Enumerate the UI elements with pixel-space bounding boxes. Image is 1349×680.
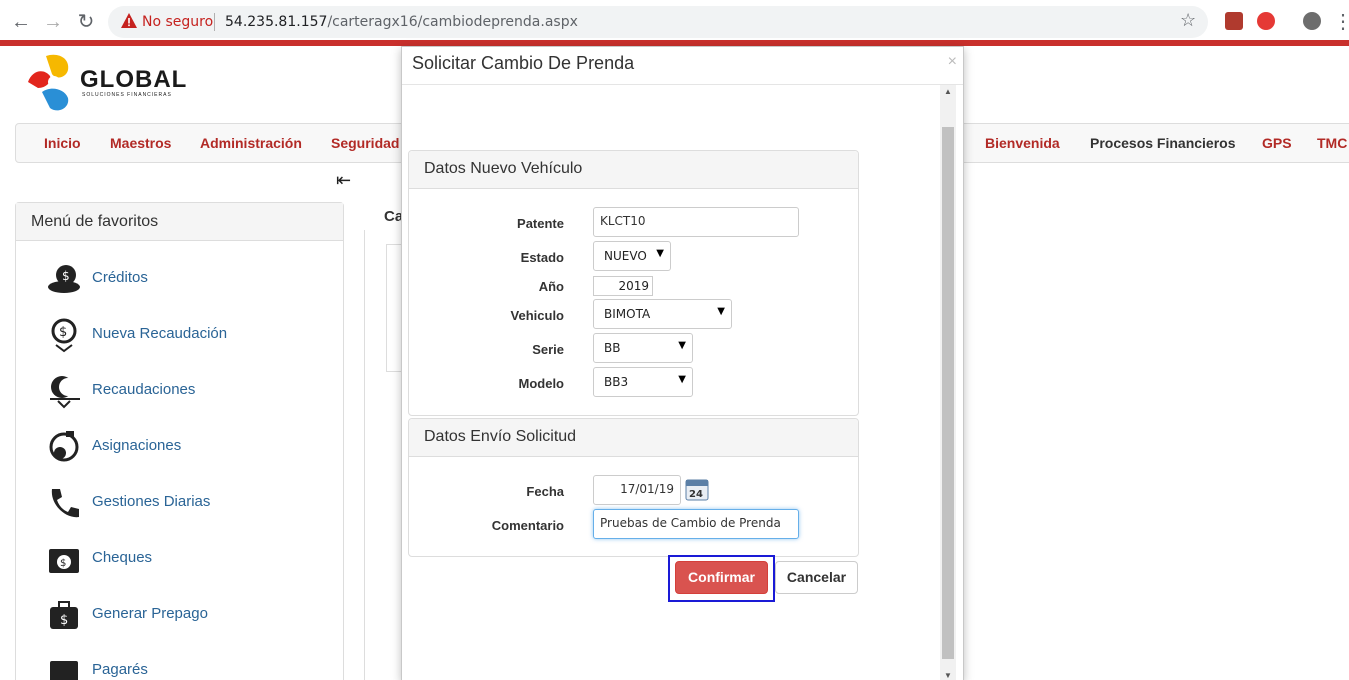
change-pledge-modal: Solicitar Cambio De Prenda × ▲ ▼ Datos N… xyxy=(401,46,964,680)
comentario-label: Comentario xyxy=(491,518,564,533)
global-logo[interactable]: GLOBAL SOLUCIONES FINANCIERAS xyxy=(24,52,204,114)
modelo-label: Modelo xyxy=(518,376,565,391)
address-bar[interactable]: No seguro 54.235.81.157/carteragx16/camb… xyxy=(108,6,1208,38)
back-arrow-icon[interactable]: ← xyxy=(8,9,34,35)
url-text[interactable]: 54.235.81.157/carteragx16/cambiodeprenda… xyxy=(225,14,578,30)
logo-text: GLOBAL xyxy=(80,66,188,93)
menu-inicio[interactable]: Inicio xyxy=(44,135,81,151)
estado-label: Estado xyxy=(520,250,564,265)
bookmark-star-icon[interactable]: ☆ xyxy=(1180,10,1196,31)
credit-icon: $ xyxy=(48,265,80,293)
fav-item-asignaciones[interactable]: Asignaciones xyxy=(44,427,324,467)
forward-arrow-icon[interactable]: → xyxy=(40,9,66,35)
fav-item-gestiones-diarias[interactable]: Gestiones Diarias xyxy=(44,483,324,523)
menu-seguridad[interactable]: Seguridad xyxy=(331,135,399,151)
vehiculo-select[interactable]: BIMOTA ▼ xyxy=(593,299,732,329)
warning-icon xyxy=(121,13,137,28)
close-icon[interactable]: × xyxy=(948,53,957,71)
favorites-title: Menú de favoritos xyxy=(16,203,343,241)
request-panel-title: Datos Envío Solicitud xyxy=(409,419,858,457)
content-divider xyxy=(364,230,365,680)
fav-item-generar-prepago[interactable]: $ Generar Prepago xyxy=(44,595,324,635)
reload-icon[interactable]: ↻ xyxy=(73,9,99,35)
vehicle-data-panel: Datos Nuevo Vehículo Patente KLCT10 Esta… xyxy=(408,150,859,416)
request-data-panel: Datos Envío Solicitud Fecha 17/01/19 24 … xyxy=(408,418,859,557)
menu-maestros[interactable]: Maestros xyxy=(110,135,171,151)
confirm-button[interactable]: Confirmar xyxy=(675,561,768,594)
patente-label: Patente xyxy=(517,216,564,231)
logo-mark-icon xyxy=(28,54,69,111)
fav-item-pagares[interactable]: Pagarés xyxy=(44,651,324,680)
chevron-down-icon: ▼ xyxy=(678,374,686,385)
modal-header: Solicitar Cambio De Prenda × xyxy=(402,47,963,85)
modal-title: Solicitar Cambio De Prenda xyxy=(412,53,635,73)
svg-text:$: $ xyxy=(59,325,67,340)
anio-label: Año xyxy=(538,279,564,294)
fecha-label: Fecha xyxy=(526,484,564,499)
menu-administracion[interactable]: Administración xyxy=(200,135,302,151)
estado-select[interactable]: NUEVO ▼ xyxy=(593,241,671,271)
browser-toolbar: ← → ↻ No seguro 54.235.81.157/carteragx1… xyxy=(0,0,1349,44)
collapse-sidebar-icon[interactable]: ⇤ xyxy=(336,170,351,191)
chevron-down-icon: ▼ xyxy=(717,306,725,317)
favorites-panel: Menú de favoritos $ Créditos $ Nueva Rec… xyxy=(15,202,344,680)
comentario-input[interactable]: Pruebas de Cambio de Prenda xyxy=(593,509,799,539)
address-separator xyxy=(214,13,215,31)
extension-icon[interactable] xyxy=(1257,12,1275,30)
modal-scrollbar[interactable]: ▲ ▼ xyxy=(940,85,956,680)
assignments-icon xyxy=(49,431,79,462)
svg-text:$: $ xyxy=(62,269,70,283)
scroll-thumb[interactable] xyxy=(942,127,954,659)
menu-gps[interactable]: GPS xyxy=(1262,135,1292,151)
chevron-down-icon: ▼ xyxy=(678,340,686,351)
svg-text:$: $ xyxy=(60,613,68,628)
fav-item-cheques[interactable]: $ Cheques xyxy=(44,539,324,579)
pdf-extension-icon[interactable] xyxy=(1225,12,1243,30)
menu-bienvenida[interactable]: Bienvenida xyxy=(985,135,1060,151)
calendar-icon[interactable]: 24 xyxy=(685,477,709,501)
profile-avatar[interactable] xyxy=(1303,12,1321,30)
fecha-input[interactable]: 17/01/19 xyxy=(593,475,681,505)
chevron-down-icon: ▼ xyxy=(656,248,664,259)
fav-item-recaudaciones[interactable]: Recaudaciones xyxy=(44,371,324,411)
logo-subtitle: SOLUCIONES FINANCIERAS xyxy=(82,92,172,98)
vehicle-panel-title: Datos Nuevo Vehículo xyxy=(409,151,858,189)
serie-label: Serie xyxy=(532,342,564,357)
scroll-up-icon[interactable]: ▲ xyxy=(944,87,952,96)
modelo-select[interactable]: BB3 ▼ xyxy=(593,367,693,397)
anio-input[interactable]: 2019 xyxy=(593,276,653,296)
vehiculo-label: Vehiculo xyxy=(510,308,564,323)
promissory-icon xyxy=(50,661,78,680)
collections-icon xyxy=(50,376,80,409)
new-collection-icon: $ xyxy=(51,318,77,353)
serie-select[interactable]: BB ▼ xyxy=(593,333,693,363)
phone-icon xyxy=(51,489,79,518)
scroll-down-icon[interactable]: ▼ xyxy=(944,671,952,680)
fav-item-nueva-recaudacion[interactable]: $ Nueva Recaudación xyxy=(44,315,324,355)
svg-text:24: 24 xyxy=(689,489,703,500)
fav-item-creditos[interactable]: $ Créditos xyxy=(44,259,324,299)
prepay-icon: $ xyxy=(50,601,78,629)
checks-icon: $ xyxy=(49,549,79,573)
browser-menu-icon[interactable]: ⋮ xyxy=(1333,9,1349,35)
svg-text:$: $ xyxy=(60,558,66,569)
patente-input[interactable]: KLCT10 xyxy=(593,207,799,237)
cancel-button[interactable]: Cancelar xyxy=(775,561,858,594)
menu-tmc[interactable]: TMC xyxy=(1317,135,1347,151)
security-label: No seguro xyxy=(142,14,214,30)
menu-procesos-financieros[interactable]: Procesos Financieros xyxy=(1090,135,1236,151)
